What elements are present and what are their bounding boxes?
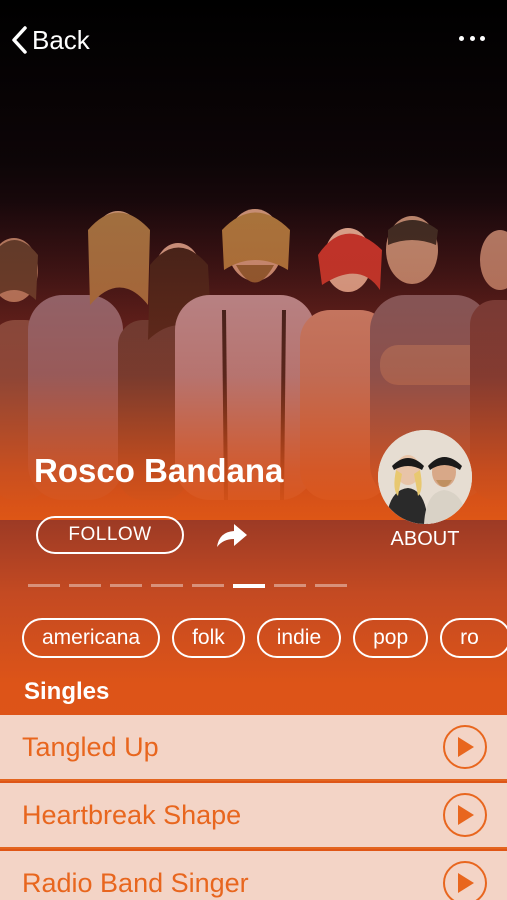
tag-indie[interactable]: indie bbox=[256, 618, 342, 658]
single-row[interactable]: Heartbreak Shape bbox=[0, 783, 507, 849]
more-options-button[interactable] bbox=[459, 28, 485, 48]
play-button[interactable] bbox=[443, 793, 487, 837]
single-row[interactable]: Radio Band Singer bbox=[0, 851, 507, 900]
share-arrow-icon[interactable] bbox=[214, 520, 250, 550]
tag-ro[interactable]: ro bbox=[440, 618, 507, 658]
genre-tags: americana folk indie pop ro bbox=[22, 618, 507, 658]
more-horizontal-icon bbox=[459, 35, 464, 41]
pager-dot[interactable] bbox=[69, 584, 101, 587]
about-avatar[interactable] bbox=[378, 430, 472, 524]
pager-dot-active[interactable] bbox=[233, 583, 265, 588]
pager-dot[interactable] bbox=[151, 584, 183, 587]
pager-dot[interactable] bbox=[110, 584, 142, 587]
pager-dot[interactable] bbox=[315, 584, 347, 587]
artist-name: Rosco Bandana bbox=[34, 452, 284, 489]
play-icon bbox=[458, 873, 474, 893]
photo-pager bbox=[28, 583, 347, 588]
single-title: Heartbreak Shape bbox=[22, 799, 242, 830]
play-icon bbox=[458, 805, 474, 825]
chevron-left-icon bbox=[12, 26, 27, 54]
artist-avatar-image bbox=[378, 430, 472, 524]
top-bar: Back bbox=[0, 0, 507, 80]
single-title: Tangled Up bbox=[22, 731, 159, 762]
single-row[interactable]: Tangled Up bbox=[0, 715, 507, 781]
pager-dot[interactable] bbox=[192, 584, 224, 587]
back-button[interactable]: Back bbox=[10, 22, 90, 58]
single-title: Radio Band Singer bbox=[22, 867, 249, 898]
about-link[interactable]: ABOUT bbox=[380, 528, 470, 551]
tag-pop[interactable]: pop bbox=[353, 618, 429, 658]
pager-dot[interactable] bbox=[274, 584, 306, 587]
artist-screen: Back Rosco Bandana FOLLOW ABOUT american… bbox=[0, 0, 507, 900]
back-label: Back bbox=[32, 24, 90, 55]
play-button[interactable] bbox=[443, 725, 487, 769]
tag-folk[interactable]: folk bbox=[172, 618, 245, 658]
tag-americana[interactable]: americana bbox=[22, 618, 161, 658]
follow-button[interactable]: FOLLOW bbox=[36, 516, 184, 554]
singles-list: Tangled Up Heartbreak Shape Radio Band S… bbox=[0, 715, 507, 900]
pager-dot[interactable] bbox=[28, 584, 60, 587]
singles-heading: Singles bbox=[24, 678, 110, 705]
play-icon bbox=[458, 737, 474, 757]
play-button[interactable] bbox=[443, 861, 487, 900]
